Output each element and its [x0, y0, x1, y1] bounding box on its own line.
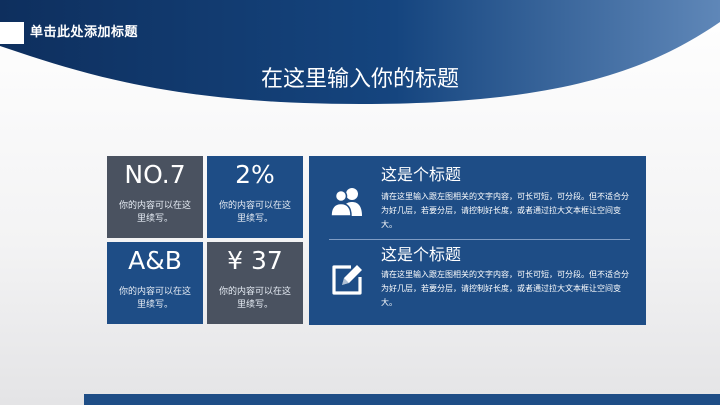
tile-desc: 你的内容可以在这里续写。	[118, 201, 191, 224]
slide: 单击此处添加标题 在这里输入你的标题 NO.7 你的内容可以在这里续写。 2% …	[0, 0, 720, 405]
tile-value: 2%	[235, 160, 275, 189]
panel-item-title[interactable]: 这是个标题	[381, 165, 461, 185]
tile-value: NO.7	[124, 160, 186, 189]
panel-item-body[interactable]: 请在这里输入跟左图相关的文字内容，可长可短，可分段。但不适合分为好几层，若要分层…	[381, 268, 631, 310]
panel-item-title[interactable]: 这是个标题	[381, 245, 461, 265]
tile-desc: 你的内容可以在这里续写。	[218, 287, 291, 310]
header-banner	[0, 0, 720, 104]
stat-tile-ab: A&B 你的内容可以在这里续写。	[107, 242, 203, 324]
tile-value: A&B	[128, 246, 182, 275]
tile-desc: 你的内容可以在这里续写。	[218, 201, 291, 224]
stat-tile-yen: ¥ 37 你的内容可以在这里续写。	[207, 242, 303, 324]
tile-value: ¥ 37	[227, 246, 283, 275]
tile-desc: 你的内容可以在这里续写。	[118, 287, 191, 310]
users-icon	[330, 188, 362, 217]
content-panel: 这是个标题 请在这里输入跟左图相关的文字内容，可长可短，可分段。但不适合分为好几…	[309, 156, 646, 325]
stat-tile-percent: 2% 你的内容可以在这里续写。	[207, 156, 303, 238]
panel-item-body[interactable]: 请在这里输入跟左图相关的文字内容，可长可短，可分段。但不适合分为好几层，若要分层…	[381, 190, 631, 232]
page-title[interactable]: 在这里输入你的标题	[0, 64, 720, 96]
panel-divider	[329, 239, 630, 240]
footer-bar	[84, 394, 720, 405]
header-label[interactable]: 单击此处添加标题	[30, 22, 138, 44]
edit-icon	[332, 265, 362, 295]
stat-tile-no7: NO.7 你的内容可以在这里续写。	[107, 156, 203, 238]
